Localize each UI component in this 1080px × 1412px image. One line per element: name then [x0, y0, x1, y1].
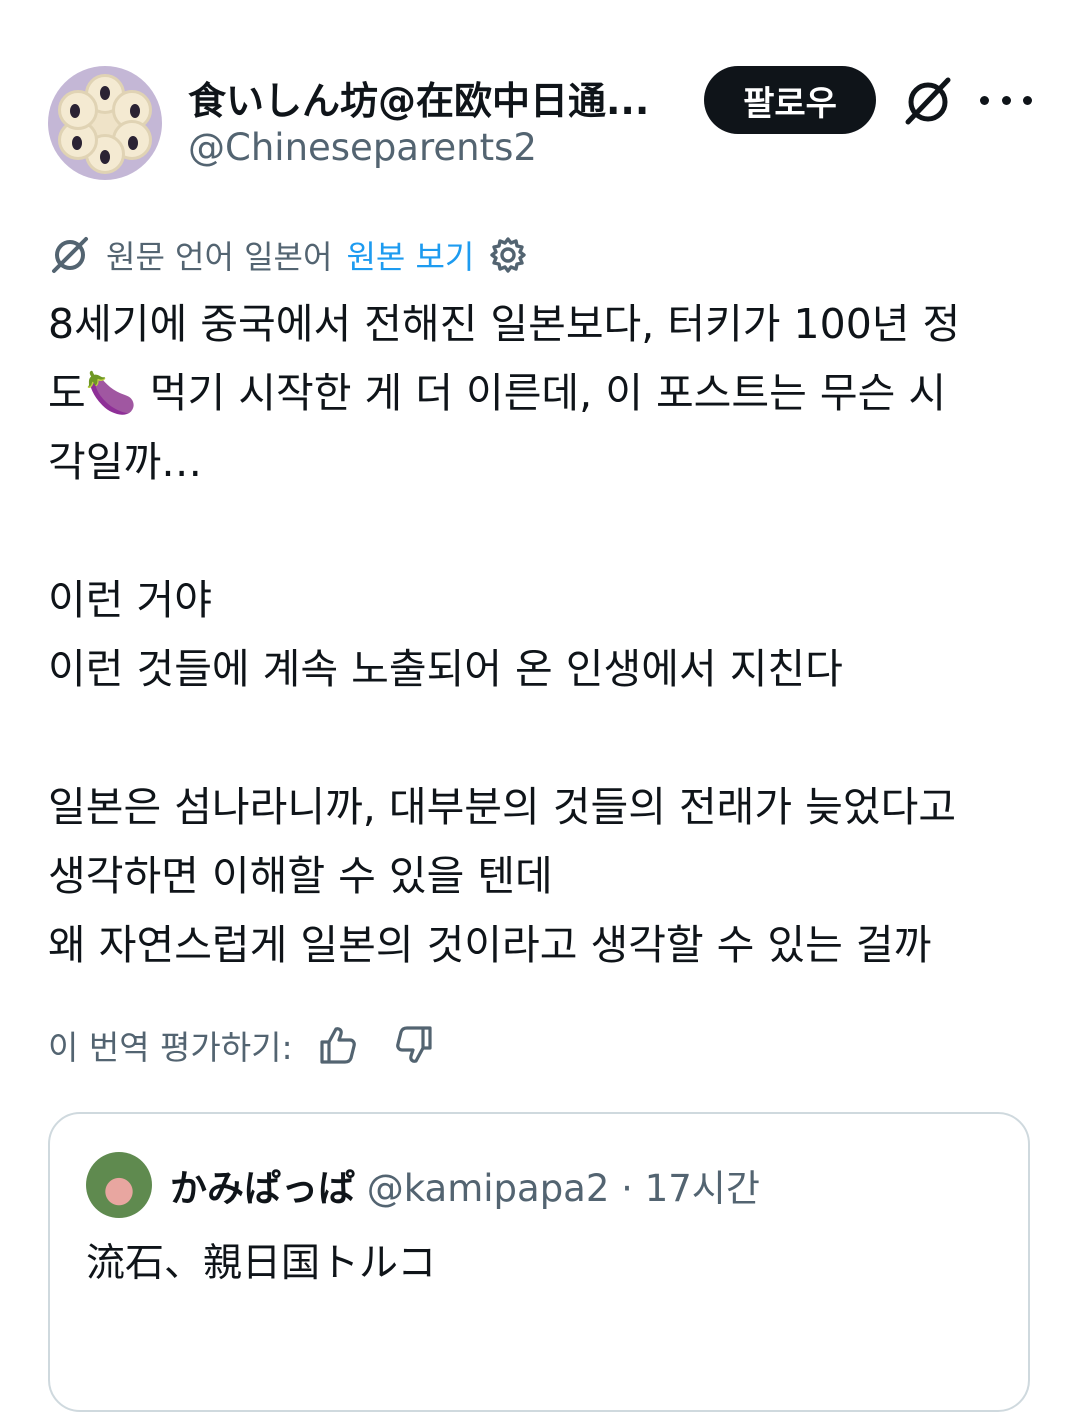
quoted-post[interactable]: かみぱっぱ @kamipapa2 · 17시간 流石、親日国トルコ [48, 1112, 1030, 1412]
translation-bar: 원문 언어 일본어 원본 보기 [48, 230, 528, 280]
source-language-label: 원문 언어 일본어 [106, 238, 333, 276]
quoted-author-avatar[interactable] [86, 1152, 152, 1218]
post-line: 왜 자연스럽게 일본의 것이라고 생각할 수 있는 걸까 [48, 921, 932, 969]
quoted-post-time[interactable]: 17시간 [645, 1167, 760, 1210]
author-display-name[interactable]: 食いしん坊@在欧中日通... [188, 70, 649, 125]
post-header: 食いしん坊@在欧中日通... @Chineseparents2 팔로우 [48, 64, 1038, 184]
author-avatar[interactable] [48, 66, 162, 180]
translation-rating: 이 번역 평가하기: [48, 1020, 435, 1070]
grok-translate-icon [52, 237, 88, 273]
rating-label: 이 번역 평가하기: [48, 1028, 293, 1067]
author-handle[interactable]: @Chineseparents2 [188, 126, 537, 169]
view-original-link[interactable]: 원본 보기 [346, 232, 474, 278]
quoted-post-header: かみぱっぱ @kamipapa2 · 17시간 [170, 1158, 760, 1212]
post-line: 이런 것들에 계속 노출되어 온 인생에서 지친다 [48, 645, 843, 693]
thumbs-down-icon[interactable] [393, 1024, 435, 1066]
post-line: 도🍆 먹기 시작한 게 더 이른데, 이 포스트는 무슨 시 [48, 369, 947, 417]
post-line: 생각하면 이해할 수 있을 텐데 [48, 852, 553, 900]
post-line: 일본은 섬나라니까, 대부분의 것들의 전래가 늦었다고 [48, 783, 957, 831]
thumbs-up-icon[interactable] [317, 1024, 359, 1066]
post-line: 이런 거야 [48, 576, 212, 624]
grok-icon[interactable] [900, 74, 956, 130]
post-line: 각일까… [48, 438, 203, 486]
post-line: 8세기에 중국에서 전해진 일본보다, 터키가 100년 정 [48, 300, 961, 348]
quoted-author-name[interactable]: かみぱっぱ [170, 1167, 355, 1210]
meta-separator: · [621, 1167, 633, 1210]
quoted-post-text: 流石、親日国トルコ [86, 1241, 437, 1286]
post-text: 8세기에 중국에서 전해진 일본보다, 터키가 100년 정 도🍆 먹기 시작한… [48, 290, 1038, 980]
quoted-author-handle[interactable]: @kamipapa2 [367, 1167, 610, 1210]
more-dots-icon[interactable] [980, 78, 1032, 122]
gear-icon[interactable] [488, 235, 528, 275]
follow-button[interactable]: 팔로우 [704, 66, 876, 134]
